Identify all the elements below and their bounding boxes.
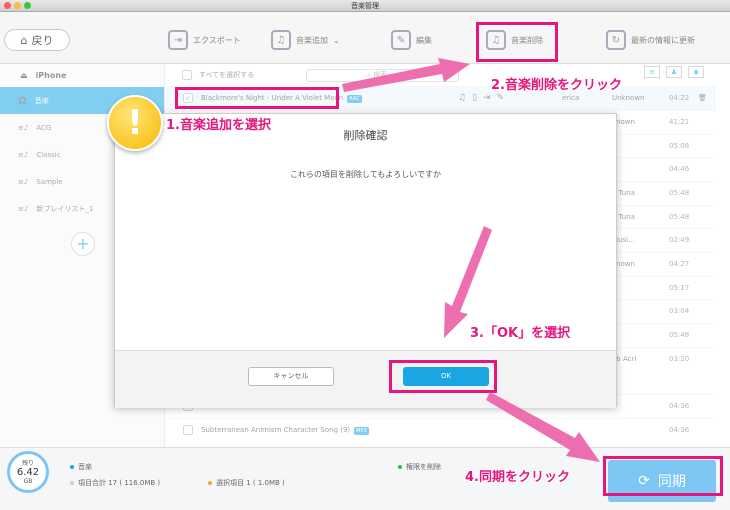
annotation-step1: 1.音楽追加を選択 [166,118,271,133]
arrow-to-delete-icon [342,58,470,92]
annotation-step2: 2.音楽削除をクリック [491,78,622,93]
warning-icon: ! [107,95,163,151]
annotation-step3: 3.「OK」を選択 [470,326,571,341]
annotation-step4: 4.同期をクリック [465,470,570,485]
arrow-to-sync-icon [486,392,600,462]
